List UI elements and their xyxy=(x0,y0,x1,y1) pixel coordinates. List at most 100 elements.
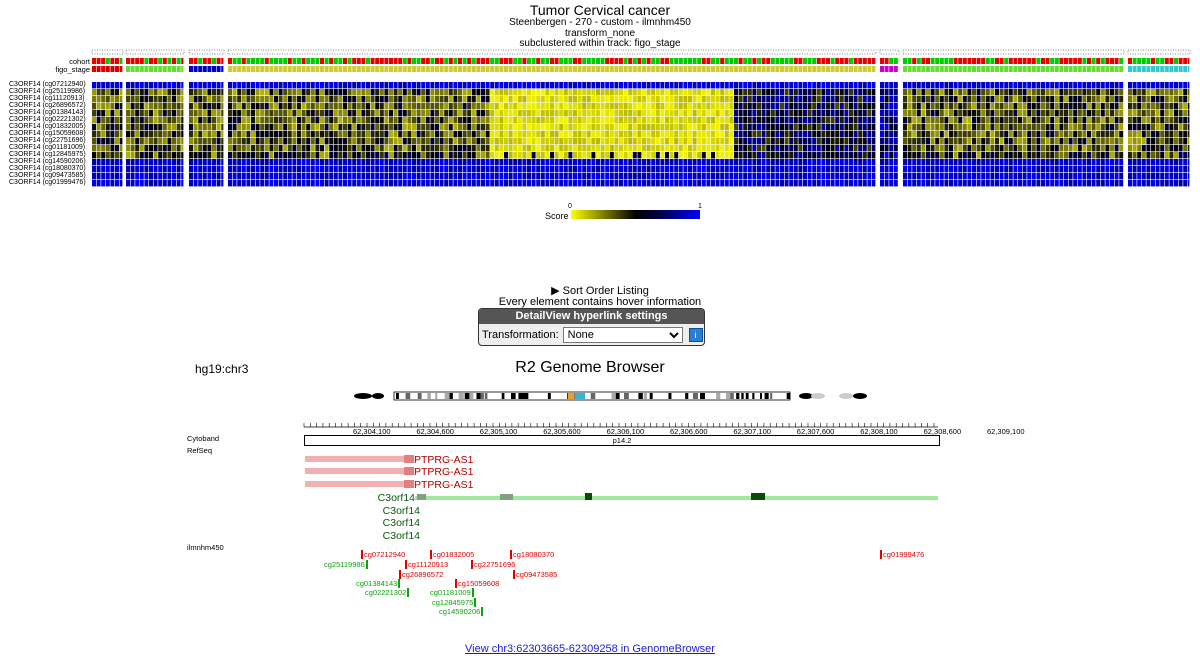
heatmap-cell[interactable] xyxy=(481,103,485,110)
heatmap-cell[interactable] xyxy=(144,124,149,131)
heatmap-cell[interactable] xyxy=(453,159,458,166)
heatmap-cell[interactable] xyxy=(930,159,935,166)
cohort-cell[interactable] xyxy=(167,58,172,64)
cohort-cell[interactable] xyxy=(246,58,251,64)
heatmap-cell[interactable] xyxy=(435,138,439,145)
heatmap-cell[interactable] xyxy=(949,173,953,180)
heatmap-cell[interactable] xyxy=(949,103,953,110)
heatmap-cell[interactable] xyxy=(1174,89,1178,96)
heatmap-cell[interactable] xyxy=(651,166,656,173)
heatmap-cell[interactable] xyxy=(669,117,674,124)
heatmap-cell[interactable] xyxy=(803,138,807,145)
heatmap-cell[interactable] xyxy=(990,180,995,187)
heatmap-cell[interactable] xyxy=(803,96,807,103)
heatmap-cell[interactable] xyxy=(149,166,153,173)
heatmap-cell[interactable] xyxy=(738,96,743,103)
heatmap-cell[interactable] xyxy=(536,159,541,166)
heatmap-cell[interactable] xyxy=(1169,166,1174,173)
heatmap-cell[interactable] xyxy=(683,96,688,103)
heatmap-cell[interactable] xyxy=(651,173,656,180)
heatmap-cell[interactable] xyxy=(981,180,986,187)
heatmap-cell[interactable] xyxy=(907,166,912,173)
figo-stage-cell[interactable] xyxy=(655,66,660,72)
heatmap-cell[interactable] xyxy=(766,124,771,131)
heatmap-cell[interactable] xyxy=(701,180,706,187)
heatmap-cell[interactable] xyxy=(651,124,656,131)
heatmap-cell[interactable] xyxy=(1164,110,1169,117)
heatmap-cell[interactable] xyxy=(862,159,867,166)
heatmap-cell[interactable] xyxy=(216,110,221,117)
figo-stage-cell[interactable] xyxy=(453,66,458,72)
heatmap-cell[interactable] xyxy=(738,145,743,152)
heatmap-cell[interactable] xyxy=(527,159,531,166)
heatmap-cell[interactable] xyxy=(287,173,292,180)
heatmap-cell[interactable] xyxy=(370,180,375,187)
heatmap-cell[interactable] xyxy=(550,180,554,187)
heatmap-cell[interactable] xyxy=(646,159,651,166)
heatmap-cell[interactable] xyxy=(375,173,380,180)
heatmap-cell[interactable] xyxy=(688,96,692,103)
heatmap-cell[interactable] xyxy=(522,131,527,138)
heatmap-cell[interactable] xyxy=(101,180,106,187)
heatmap-cell[interactable] xyxy=(540,117,545,124)
heatmap-cell[interactable] xyxy=(930,103,935,110)
heatmap-cell[interactable] xyxy=(361,117,366,124)
heatmap-cell[interactable] xyxy=(1187,138,1190,145)
cohort-cell[interactable] xyxy=(198,58,203,64)
heatmap-cell[interactable] xyxy=(158,159,163,166)
heatmap-cell[interactable] xyxy=(139,96,144,103)
heatmap-cell[interactable] xyxy=(591,173,596,180)
heatmap-cell[interactable] xyxy=(1187,82,1190,89)
heatmap-cell[interactable] xyxy=(324,103,329,110)
heatmap-cell[interactable] xyxy=(139,124,144,131)
heatmap-cell[interactable] xyxy=(867,152,872,159)
heatmap-cell[interactable] xyxy=(251,96,255,103)
heatmap-cell[interactable] xyxy=(101,131,106,138)
heatmap-cell[interactable] xyxy=(678,131,683,138)
heatmap-cell[interactable] xyxy=(619,89,623,96)
heatmap-cell[interactable] xyxy=(110,173,115,180)
heatmap-cell[interactable] xyxy=(981,82,986,89)
heatmap-cell[interactable] xyxy=(439,96,444,103)
heatmap-cell[interactable] xyxy=(889,180,894,187)
heatmap-cell[interactable] xyxy=(517,117,522,124)
heatmap-cell[interactable] xyxy=(416,96,421,103)
heatmap-cell[interactable] xyxy=(471,117,476,124)
heatmap-cell[interactable] xyxy=(375,103,380,110)
heatmap-cell[interactable] xyxy=(338,103,343,110)
heatmap-cell[interactable] xyxy=(600,117,605,124)
cohort-cell[interactable] xyxy=(724,58,729,64)
heatmap-cell[interactable] xyxy=(858,159,863,166)
heatmap-cell[interactable] xyxy=(352,110,357,117)
heatmap-cell[interactable] xyxy=(921,145,926,152)
heatmap-cell[interactable] xyxy=(343,103,347,110)
heatmap-cell[interactable] xyxy=(105,82,110,89)
figo-stage-cell[interactable] xyxy=(513,66,518,72)
heatmap-cell[interactable] xyxy=(1087,166,1091,173)
heatmap-cell[interactable] xyxy=(835,180,840,187)
heatmap-cell[interactable] xyxy=(329,124,334,131)
heatmap-cell[interactable] xyxy=(642,166,646,173)
cohort-cell[interactable] xyxy=(757,58,761,64)
heatmap-cell[interactable] xyxy=(780,103,784,110)
heatmap-cell[interactable] xyxy=(425,173,430,180)
heatmap-cell[interactable] xyxy=(953,131,958,138)
heatmap-cell[interactable] xyxy=(884,82,889,89)
figo-stage-cell[interactable] xyxy=(105,66,110,72)
heatmap-cell[interactable] xyxy=(849,173,853,180)
heatmap-cell[interactable] xyxy=(1013,103,1018,110)
heatmap-cell[interactable] xyxy=(172,82,176,89)
heatmap-cell[interactable] xyxy=(793,82,798,89)
cohort-cell[interactable] xyxy=(1096,58,1101,64)
heatmap-cell[interactable] xyxy=(701,173,706,180)
heatmap-cell[interactable] xyxy=(92,82,96,89)
cohort-cell[interactable] xyxy=(619,58,623,64)
heatmap-cell[interactable] xyxy=(862,89,867,96)
heatmap-cell[interactable] xyxy=(921,117,926,124)
heatmap-cell[interactable] xyxy=(816,89,821,96)
figo-stage-cell[interactable] xyxy=(688,66,692,72)
cohort-cell[interactable] xyxy=(379,58,384,64)
heatmap-cell[interactable] xyxy=(775,89,780,96)
heatmap-cell[interactable] xyxy=(752,131,757,138)
heatmap-cell[interactable] xyxy=(476,96,481,103)
